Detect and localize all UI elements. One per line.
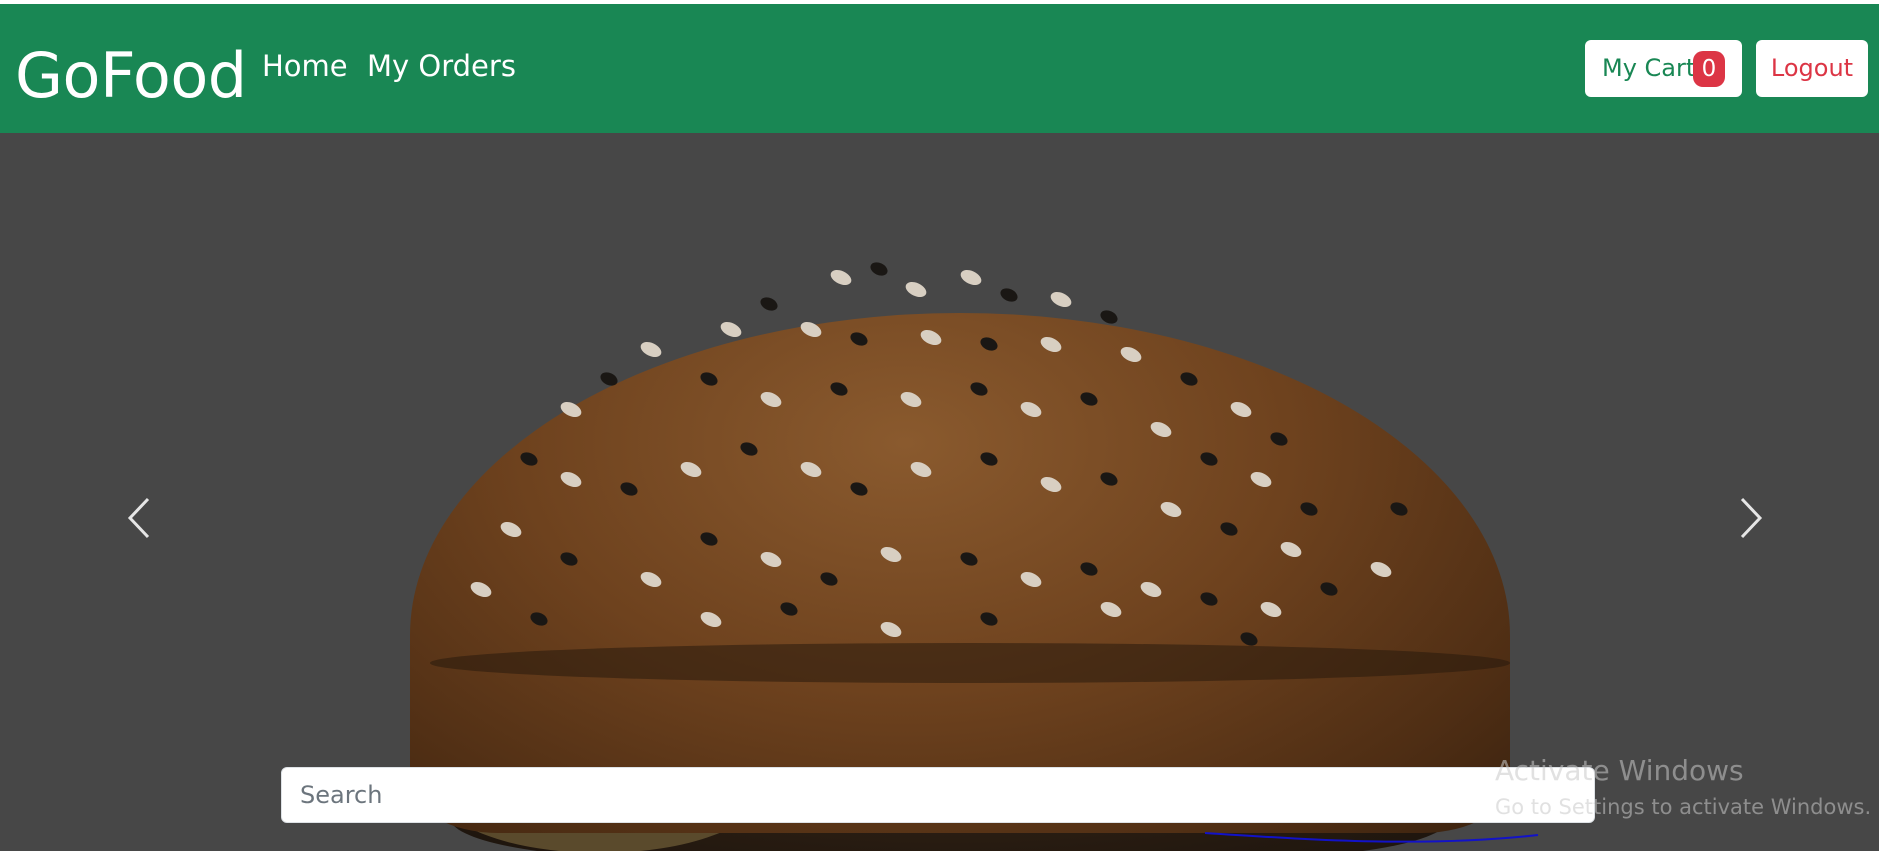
sesame-seed [903,278,929,301]
nav-link-my-orders[interactable]: My Orders [367,48,516,84]
carousel-prev-button[interactable] [110,483,170,553]
cart-count-badge: 0 [1693,51,1725,87]
nav-link-home[interactable]: Home [262,48,348,84]
chevron-left-icon [127,497,150,539]
search-input[interactable] [281,767,1595,823]
watermark-subtitle: Go to Settings to activate Windows. [1495,795,1872,819]
sesame-seed [998,285,1020,305]
sesame-seed [638,338,664,361]
sesame-seed [958,266,984,289]
carousel-next-button[interactable] [1720,483,1780,553]
my-cart-label: My Cart [1602,54,1696,82]
navbar: GoFood Home My Orders My Cart 0 Logout [0,4,1879,133]
sesame-seed [718,318,744,341]
sesame-seed [758,294,780,314]
brand-logo[interactable]: GoFood [15,38,247,114]
chevron-right-icon [1740,497,1763,539]
logout-button[interactable]: Logout [1756,40,1868,97]
my-cart-button[interactable]: My Cart 0 [1585,40,1742,97]
sesame-seed [1048,288,1074,311]
sesame-seed [868,259,890,279]
sesame-seed [828,266,854,289]
burger-bun-shadow [430,643,1510,683]
watermark-title: Activate Windows [1495,754,1744,787]
windows-activation-watermark: Activate Windows Go to Settings to activ… [1495,753,1871,823]
hero-carousel: Activate Windows Go to Settings to activ… [0,133,1879,851]
burger-top-bun [410,313,1510,833]
